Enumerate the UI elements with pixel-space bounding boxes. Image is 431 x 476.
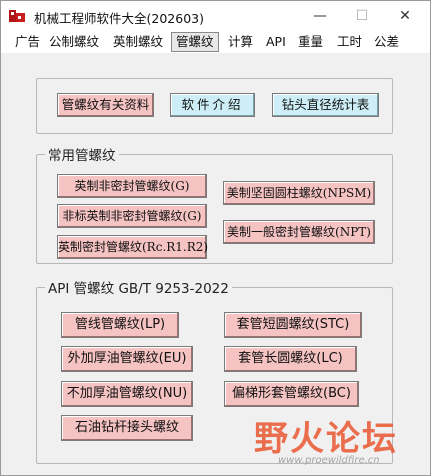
close-button[interactable]: ✕ bbox=[383, 1, 427, 31]
app-icon bbox=[9, 10, 25, 22]
toolbar-group: 管螺纹有关资料 软件介绍 钻头直径统计表 bbox=[36, 78, 393, 134]
menu-work-hours[interactable]: 工时 bbox=[333, 32, 366, 52]
forum-watermark: 野火论坛 www.proewildfire.cn bbox=[246, 411, 426, 473]
bsp-seal-button[interactable]: 英制密封管螺纹(Rc.R1.R2) bbox=[57, 235, 208, 259]
short-round-casing-button[interactable]: 套管短圆螺纹(STC) bbox=[224, 312, 362, 338]
menu-api[interactable]: API bbox=[262, 32, 290, 52]
main-panel: 管螺纹有关资料 软件介绍 钻头直径统计表 常用管螺纹 英制非密封管螺纹(G) 非… bbox=[6, 56, 426, 468]
menu-tolerance[interactable]: 公差 bbox=[370, 32, 403, 52]
menu-pipe-thread[interactable]: 管螺纹 bbox=[171, 32, 219, 52]
menu-ads[interactable]: 广告 bbox=[11, 32, 44, 52]
menu-imperial-thread[interactable]: 英制螺纹 bbox=[109, 32, 167, 52]
software-intro-button[interactable]: 软件介绍 bbox=[170, 93, 255, 117]
bsp-nonseal-button[interactable]: 英制非密封管螺纹(G) bbox=[57, 174, 207, 198]
app-window: 机械工程师软件大全(202603) — ☐ ✕ 广告 公制螺纹 英制螺纹 管螺纹… bbox=[0, 0, 431, 476]
common-pipe-thread-group: 常用管螺纹 英制非密封管螺纹(G) 非标英制非密封管螺纹(G) 英制密封管螺纹(… bbox=[36, 144, 393, 264]
minimize-button[interactable]: — bbox=[298, 1, 342, 31]
non-upset-button[interactable]: 不加厚油管螺纹(NU) bbox=[61, 381, 193, 407]
window-title: 机械工程师软件大全(202603) bbox=[34, 11, 204, 26]
line-pipe-button[interactable]: 管线管螺纹(LP) bbox=[61, 312, 179, 338]
external-upset-button[interactable]: 外加厚油管螺纹(EU) bbox=[61, 346, 193, 372]
long-round-casing-button[interactable]: 套管长圆螺纹(LC) bbox=[224, 346, 357, 372]
title-bar[interactable]: 机械工程师软件大全(202603) — ☐ ✕ bbox=[1, 1, 430, 31]
menu-metric-thread[interactable]: 公制螺纹 bbox=[45, 32, 103, 52]
menu-bar: 广告 公制螺纹 英制螺纹 管螺纹 计算 API 重量 工时 公差 bbox=[1, 31, 430, 53]
drill-diameter-table-button[interactable]: 钻头直径统计表 bbox=[272, 93, 379, 117]
pipe-thread-info-button[interactable]: 管螺纹有关资料 bbox=[57, 93, 154, 117]
nonstd-bsp-nonseal-button[interactable]: 非标英制非密封管螺纹(G) bbox=[57, 204, 207, 228]
common-group-title: 常用管螺纹 bbox=[45, 144, 119, 164]
menu-weight[interactable]: 重量 bbox=[294, 32, 327, 52]
api-group-title: API 管螺纹 GB/T 9253-2022 bbox=[45, 277, 232, 297]
buttress-casing-button[interactable]: 偏梯形套管螺纹(BC) bbox=[224, 381, 359, 407]
menu-calculate[interactable]: 计算 bbox=[224, 32, 257, 52]
watermark-title: 野火论坛 bbox=[254, 419, 398, 459]
npt-button[interactable]: 美制一般密封管螺纹(NPT) bbox=[223, 220, 375, 244]
watermark-url: www.proewildfire.cn bbox=[278, 455, 380, 466]
maximize-button[interactable]: ☐ bbox=[340, 1, 384, 31]
npsm-button[interactable]: 美制坚固圆柱螺纹(NPSM) bbox=[223, 181, 375, 205]
drill-rod-joint-button[interactable]: 石油钻杆接头螺纹 bbox=[61, 415, 193, 441]
